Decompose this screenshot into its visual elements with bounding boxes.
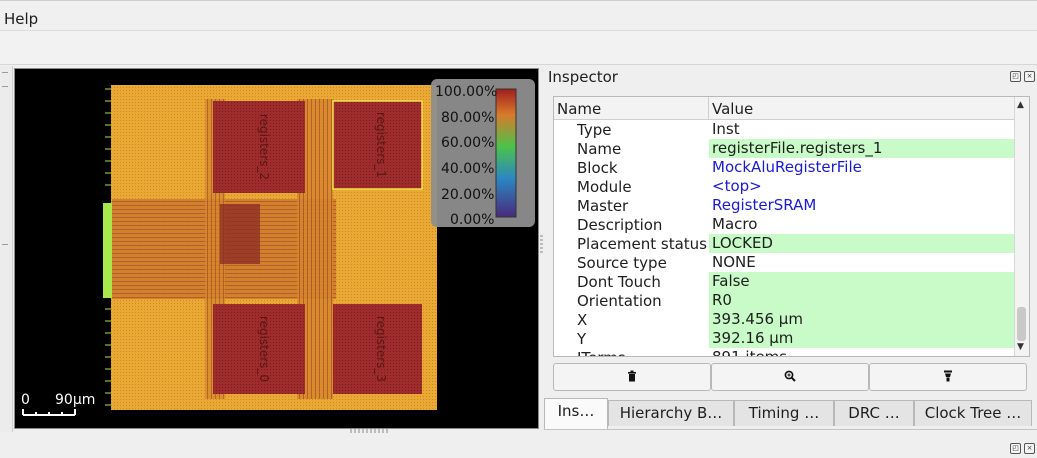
layout-canvas[interactable]: registers_2 registers_1 registers_0 regi… xyxy=(15,69,538,428)
dock-handle xyxy=(2,86,8,87)
table-row[interactable]: Y 392.16 µm xyxy=(554,329,1014,348)
property-name: Description xyxy=(577,216,663,234)
table-row[interactable]: Source type NONE xyxy=(554,253,1014,272)
property-value[interactable]: R0 xyxy=(709,291,1014,310)
highlight-button[interactable] xyxy=(869,363,1027,391)
table-row[interactable]: Description Macro xyxy=(554,215,1014,234)
property-name: Y xyxy=(577,330,587,348)
tab-bar-baseline xyxy=(544,429,1037,430)
dock-tab[interactable]: DRC … xyxy=(834,400,914,426)
inspector-buttons xyxy=(553,363,1027,391)
table-row[interactable]: Dont Touch False xyxy=(554,272,1014,291)
close-icon[interactable]: × xyxy=(1024,71,1035,82)
table-row[interactable]: ITerms 891 items xyxy=(554,348,1014,357)
property-name: X xyxy=(577,311,588,329)
scroll-thumb[interactable] xyxy=(1017,307,1026,341)
zoom-to-button[interactable] xyxy=(711,363,869,391)
legend-gradient xyxy=(495,88,517,218)
menu-bar: Help xyxy=(0,0,1037,31)
property-name: Block xyxy=(577,159,618,177)
delete-button[interactable] xyxy=(553,363,711,391)
inspector-dock-buttons: ◰ × xyxy=(1010,71,1035,82)
property-value[interactable]: RegisterSRAM xyxy=(709,196,1014,215)
property-name: Source type xyxy=(577,254,667,272)
menu-help[interactable]: Help xyxy=(4,10,38,28)
property-value[interactable]: registerFile.registers_1 xyxy=(709,139,1014,158)
inspector-title: Inspector xyxy=(548,68,618,86)
property-name: Type xyxy=(577,121,612,139)
property-value: Macro xyxy=(712,215,758,233)
close-icon[interactable]: × xyxy=(1024,443,1035,454)
property-name: Master xyxy=(577,197,629,215)
left-dock-strip[interactable] xyxy=(0,66,13,432)
table-row[interactable]: Placement status LOCKED xyxy=(554,234,1014,253)
property-name: Dont Touch xyxy=(577,273,661,291)
layout-viewer[interactable]: registers_2 registers_1 registers_0 regi… xyxy=(14,68,539,429)
legend-label: 80.00% xyxy=(441,110,494,126)
legend-label: 100.00% xyxy=(435,84,497,100)
dock-handle xyxy=(2,244,8,245)
dock-tab[interactable]: Ins… xyxy=(544,398,608,429)
macro-label: registers_0 xyxy=(257,316,271,382)
legend-label: 20.00% xyxy=(441,187,494,203)
float-icon[interactable]: ◰ xyxy=(1010,443,1021,454)
table-row[interactable]: Master RegisterSRAM xyxy=(554,196,1014,215)
legend-label: 0.00% xyxy=(450,212,494,228)
property-value: 891 items xyxy=(712,348,788,357)
table-row[interactable]: Orientation R0 xyxy=(554,291,1014,310)
trash-icon xyxy=(627,370,637,384)
property-value[interactable]: 393.456 µm xyxy=(709,310,1014,329)
property-name: Orientation xyxy=(577,292,662,310)
macro-label: registers_1 xyxy=(374,112,388,178)
property-value[interactable]: LOCKED xyxy=(709,234,1014,253)
table-row[interactable]: Type Inst xyxy=(554,120,1014,139)
property-name: Module xyxy=(577,178,632,196)
dock-tab-bar: Ins… Hierarchy B… Timing … DRC … Clock Tree … xyxy=(544,398,1037,429)
macro-label: registers_3 xyxy=(374,316,388,382)
scale-zero: 0 xyxy=(21,392,30,408)
column-value[interactable]: Value xyxy=(712,100,753,118)
dock-tab[interactable]: Clock Tree … xyxy=(914,400,1032,426)
heatmap-legend xyxy=(431,79,535,227)
table-row[interactable]: Name registerFile.registers_1 xyxy=(554,139,1014,158)
table-row[interactable]: Block MockAluRegisterFile xyxy=(554,158,1014,177)
dock-tab[interactable]: Timing … xyxy=(734,400,834,426)
scale-bar: 0 90µm xyxy=(21,392,95,416)
property-name: Placement status xyxy=(577,235,707,253)
column-name[interactable]: Name xyxy=(557,100,601,118)
pin-strip xyxy=(103,203,112,298)
property-value[interactable]: MockAluRegisterFile xyxy=(709,158,1014,177)
magnifier-icon xyxy=(784,370,796,384)
scroll-down-icon[interactable]: ▼ xyxy=(1017,342,1024,352)
viewer-splitter[interactable] xyxy=(350,429,390,433)
tree-header: Name Value xyxy=(554,97,1014,120)
property-name: ITerms xyxy=(577,349,626,356)
inspector-tree[interactable]: Name Value Type Inst Name registerFile.regi… xyxy=(553,96,1030,357)
dock-tab[interactable]: Hierarchy B… xyxy=(608,400,734,426)
property-value: Inst xyxy=(712,120,740,138)
dock-handle xyxy=(2,72,8,73)
property-value[interactable]: <top> xyxy=(709,177,1014,196)
scroll-up-icon[interactable]: ▲ xyxy=(1017,100,1024,110)
legend-label: 60.00% xyxy=(441,135,494,151)
property-name: Name xyxy=(577,140,622,158)
tree-rows: Type Inst Name registerFile.registers_1 Bloc… xyxy=(554,120,1014,357)
highlighter-icon xyxy=(943,370,953,384)
property-value: NONE xyxy=(712,253,756,271)
macro-label: registers_2 xyxy=(257,114,271,180)
hotspot xyxy=(220,204,260,264)
scale-length: 90µm xyxy=(55,392,95,408)
property-value[interactable]: 392.16 µm xyxy=(709,329,1014,348)
table-row[interactable]: X 393.456 µm xyxy=(554,310,1014,329)
dock-splitter[interactable] xyxy=(540,235,543,255)
legend-label: 40.00% xyxy=(441,161,494,177)
table-row[interactable]: Module <top> xyxy=(554,177,1014,196)
float-icon[interactable]: ◰ xyxy=(1010,71,1021,82)
property-value[interactable]: False xyxy=(709,272,1014,291)
vertical-scrollbar[interactable]: ▲ ▼ xyxy=(1014,97,1029,356)
toolbar xyxy=(0,31,1037,65)
bottom-dock-buttons: ◰ × xyxy=(1010,443,1035,454)
